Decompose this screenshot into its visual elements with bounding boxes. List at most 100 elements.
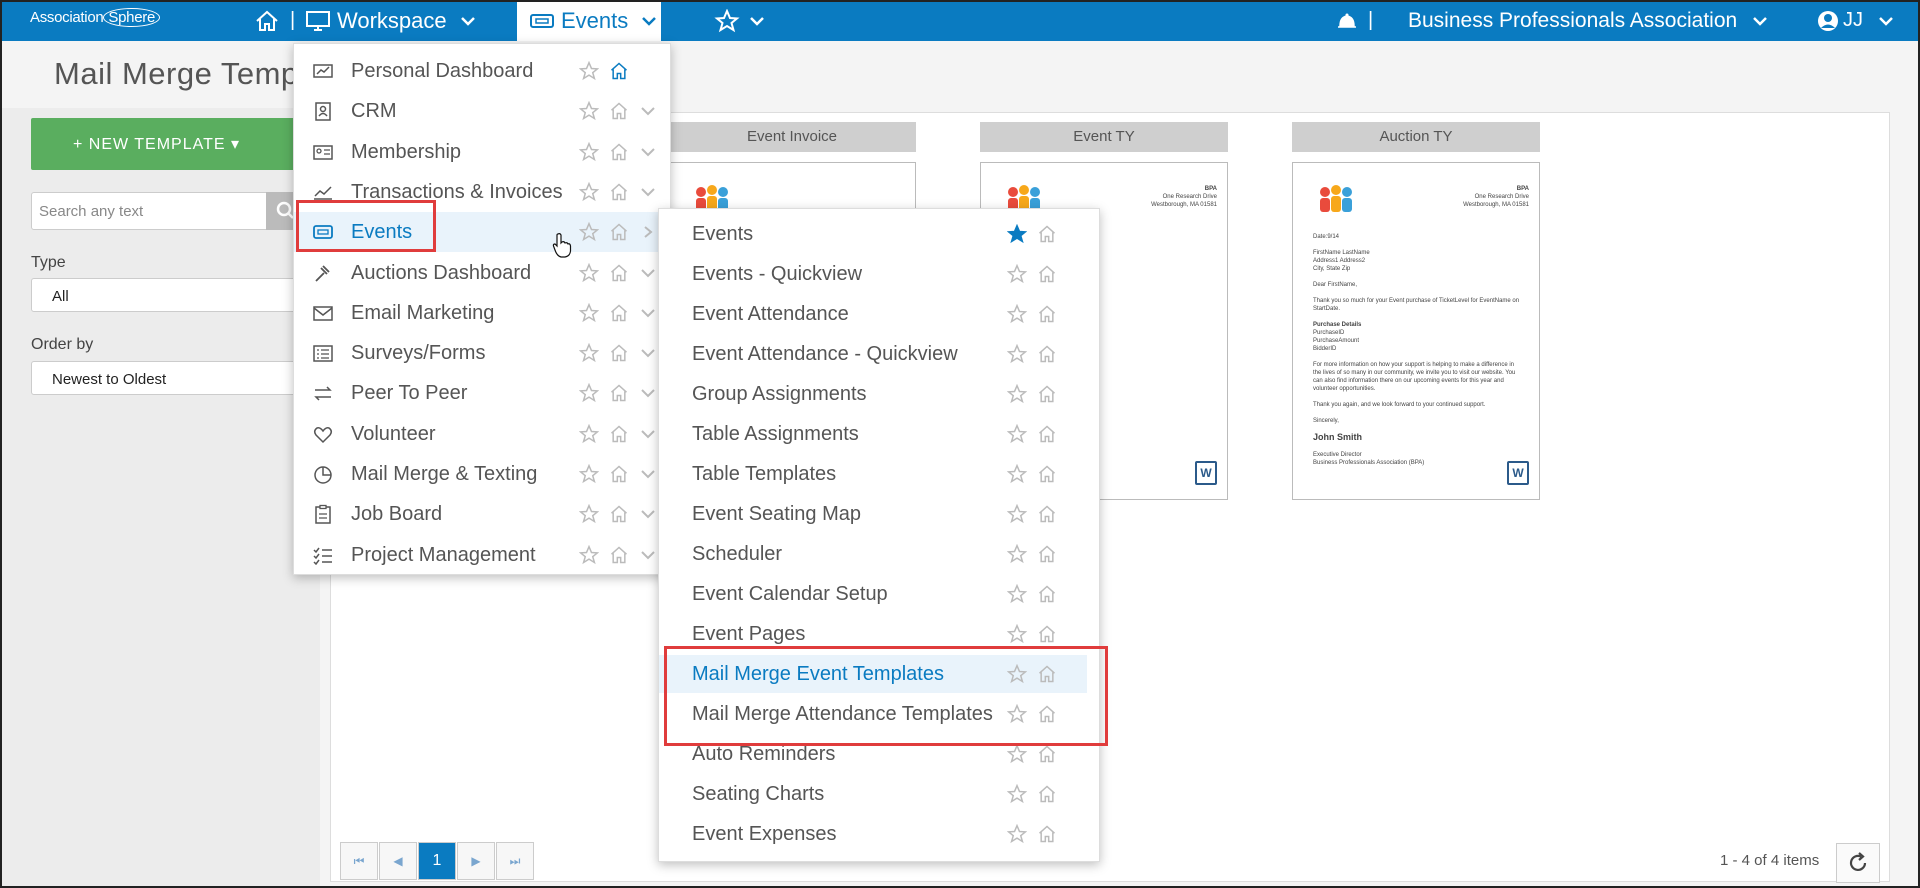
chevron-down-icon[interactable] bbox=[640, 427, 656, 445]
star-icon[interactable] bbox=[1006, 383, 1028, 409]
home-icon[interactable] bbox=[1037, 744, 1057, 769]
chevron-down-icon[interactable] bbox=[640, 266, 656, 284]
chevron-down-icon[interactable] bbox=[640, 104, 656, 122]
star-icon[interactable] bbox=[1006, 423, 1028, 449]
module-menu-item[interactable]: Project Management bbox=[294, 535, 670, 575]
events-submenu-item[interactable]: Scheduler bbox=[659, 535, 1087, 573]
star-icon[interactable] bbox=[1006, 583, 1028, 609]
events-submenu-item[interactable]: Mail Merge Event Templates bbox=[659, 655, 1087, 693]
chevron-down-icon[interactable] bbox=[640, 185, 656, 203]
user-menu[interactable]: JJ bbox=[1817, 0, 1895, 41]
chevron-down-icon[interactable] bbox=[640, 507, 656, 525]
events-submenu-item[interactable]: Group Assignments bbox=[659, 375, 1087, 413]
events-submenu-item[interactable]: Event Pages bbox=[659, 615, 1087, 653]
chevron-right-icon[interactable] bbox=[640, 225, 656, 244]
home-icon[interactable] bbox=[1037, 464, 1057, 489]
chevron-down-icon[interactable] bbox=[640, 467, 656, 485]
home-icon[interactable] bbox=[609, 303, 629, 328]
chevron-down-icon[interactable] bbox=[640, 386, 656, 404]
events-menu[interactable]: Events bbox=[517, 0, 661, 41]
star-icon[interactable] bbox=[578, 342, 600, 368]
home-icon[interactable] bbox=[609, 263, 629, 288]
star-icon[interactable] bbox=[1006, 543, 1028, 569]
module-menu-item[interactable]: Transactions & Invoices bbox=[294, 172, 670, 212]
chevron-down-icon[interactable] bbox=[640, 306, 656, 324]
search-input[interactable]: Search any text bbox=[31, 192, 271, 230]
star-icon[interactable] bbox=[578, 504, 600, 529]
organization-menu[interactable]: Business Professionals Association bbox=[1408, 0, 1769, 41]
star-icon[interactable] bbox=[1006, 463, 1028, 489]
home-icon[interactable] bbox=[609, 464, 629, 489]
next-page-button[interactable]: ▶ bbox=[457, 842, 495, 880]
bell-icon[interactable] bbox=[1336, 0, 1358, 41]
home-icon[interactable] bbox=[1037, 264, 1057, 289]
events-submenu-item[interactable]: Event Attendance bbox=[659, 295, 1087, 333]
home-icon[interactable] bbox=[1037, 384, 1057, 409]
star-icon[interactable] bbox=[578, 262, 600, 288]
events-submenu-item[interactable]: Table Templates bbox=[659, 455, 1087, 493]
home-icon[interactable] bbox=[609, 504, 629, 529]
module-menu-item[interactable]: Personal Dashboard bbox=[294, 51, 670, 91]
prev-page-button[interactable]: ◀ bbox=[379, 842, 417, 880]
events-submenu-item[interactable]: Events bbox=[659, 215, 1087, 253]
module-menu-item[interactable]: Email Marketing bbox=[294, 293, 670, 333]
module-menu-item[interactable]: Membership bbox=[294, 132, 670, 172]
home-icon[interactable] bbox=[609, 61, 629, 86]
first-page-button[interactable]: ⏮ bbox=[340, 842, 378, 880]
star-icon[interactable] bbox=[1006, 263, 1028, 289]
module-menu-item[interactable]: CRM bbox=[294, 91, 670, 131]
events-submenu-item[interactable]: Mail Merge Attendance Templates bbox=[659, 695, 1087, 733]
events-submenu-item[interactable]: Table Assignments bbox=[659, 415, 1087, 453]
star-icon[interactable] bbox=[578, 463, 600, 489]
star-icon[interactable] bbox=[578, 221, 600, 247]
star-icon[interactable] bbox=[1006, 743, 1028, 769]
home-icon[interactable] bbox=[609, 545, 629, 570]
star-icon[interactable] bbox=[1006, 503, 1028, 529]
star-icon[interactable] bbox=[578, 141, 600, 167]
home-icon[interactable] bbox=[609, 142, 629, 167]
last-page-button[interactable]: ⏭ bbox=[496, 842, 534, 880]
home-icon[interactable] bbox=[1037, 224, 1057, 249]
star-icon[interactable] bbox=[1006, 663, 1028, 689]
home-icon[interactable] bbox=[1037, 504, 1057, 529]
events-submenu-item[interactable]: Event Attendance - Quickview bbox=[659, 335, 1087, 373]
star-icon[interactable] bbox=[578, 383, 600, 408]
star-icon[interactable] bbox=[1006, 703, 1028, 729]
home-icon[interactable] bbox=[1037, 544, 1057, 569]
star-icon[interactable] bbox=[1006, 343, 1028, 369]
events-submenu-item[interactable]: Event Seating Map bbox=[659, 495, 1087, 533]
module-menu-item[interactable]: Volunteer bbox=[294, 414, 670, 454]
star-icon[interactable] bbox=[578, 60, 600, 86]
module-menu-item[interactable]: Peer To Peer bbox=[294, 373, 670, 413]
home-icon[interactable] bbox=[254, 0, 280, 41]
star-icon[interactable] bbox=[1006, 783, 1028, 809]
refresh-button[interactable] bbox=[1836, 843, 1880, 883]
home-icon[interactable] bbox=[1037, 784, 1057, 809]
home-icon[interactable] bbox=[1037, 424, 1057, 449]
module-menu-item[interactable]: Surveys/Forms bbox=[294, 333, 670, 373]
module-menu-item[interactable]: Job Board bbox=[294, 494, 670, 534]
star-icon[interactable] bbox=[578, 181, 600, 207]
star-icon[interactable] bbox=[578, 302, 600, 328]
home-icon[interactable] bbox=[609, 383, 629, 408]
template-preview[interactable]: BPA One Research Drive Westborough, MA 0… bbox=[1292, 162, 1540, 500]
star-icon[interactable] bbox=[1006, 223, 1028, 249]
association-sphere-logo[interactable]: Association Sphere bbox=[30, 8, 160, 27]
order-by-select[interactable]: Newest to Oldest bbox=[31, 361, 301, 395]
home-icon[interactable] bbox=[609, 101, 629, 126]
home-icon[interactable] bbox=[609, 222, 629, 247]
home-icon[interactable] bbox=[1037, 664, 1057, 689]
home-icon[interactable] bbox=[1037, 824, 1057, 849]
star-icon[interactable] bbox=[578, 544, 600, 570]
module-menu-item[interactable]: Events bbox=[294, 212, 670, 253]
page-button-current[interactable]: 1 bbox=[418, 842, 456, 880]
home-icon[interactable] bbox=[609, 424, 629, 449]
chevron-down-icon[interactable] bbox=[640, 346, 656, 364]
star-icon[interactable] bbox=[578, 423, 600, 449]
home-icon[interactable] bbox=[1037, 344, 1057, 369]
events-submenu-item[interactable]: Event Calendar Setup bbox=[659, 575, 1087, 613]
home-icon[interactable] bbox=[1037, 304, 1057, 329]
star-icon[interactable] bbox=[1006, 823, 1028, 849]
module-menu-item[interactable]: Mail Merge & Texting bbox=[294, 454, 670, 494]
star-icon[interactable] bbox=[1006, 303, 1028, 329]
